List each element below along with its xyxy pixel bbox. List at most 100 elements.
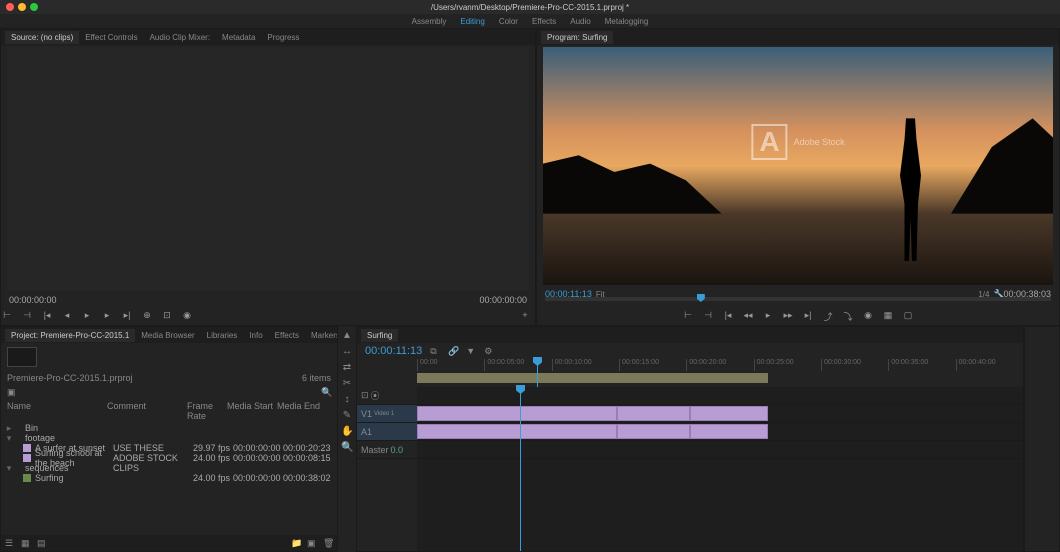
track-header-v1[interactable]: V1Video 1 — [357, 405, 417, 423]
search-icon[interactable]: 🔍 — [321, 387, 331, 397]
step-fwd-icon[interactable]: ▸ — [101, 310, 113, 322]
track-header-a1[interactable]: A1 — [357, 423, 417, 441]
overwrite-icon[interactable]: ⊡ — [161, 310, 173, 322]
project-row[interactable]: ▾footage — [1, 433, 337, 443]
track-v1[interactable] — [417, 405, 1023, 423]
track-v1-extra[interactable]: ⊡⦿ — [357, 387, 417, 405]
project-file: Premiere-Pro-CC-2015.1.prproj — [7, 373, 133, 383]
step-back-icon[interactable]: ◂◂ — [742, 310, 754, 322]
minimize-icon[interactable] — [18, 3, 26, 11]
timeline-playhead[interactable] — [537, 359, 538, 387]
filter-icon[interactable]: ▣ — [7, 387, 17, 397]
col-framerate[interactable]: Frame Rate — [187, 401, 227, 421]
workspace-color[interactable]: Color — [499, 17, 518, 26]
playhead-icon[interactable] — [697, 294, 705, 302]
tab-metadata[interactable]: Metadata — [216, 31, 261, 44]
timeline-playhead-line[interactable] — [520, 387, 521, 551]
snap-icon[interactable]: ⧉ — [430, 346, 440, 356]
workspace-editing[interactable]: Editing — [460, 17, 484, 26]
slip-tool-icon[interactable]: ↕ — [341, 394, 353, 406]
hand-tool-icon[interactable]: ✋ — [341, 426, 353, 438]
linked-selection-icon[interactable]: 🔗 — [448, 346, 458, 356]
settings-icon[interactable]: ⚙ — [484, 346, 494, 356]
col-name[interactable]: Name — [7, 401, 107, 421]
tab-program[interactable]: Program: Surfing — [541, 31, 613, 44]
tab-sequence[interactable]: Surfing — [361, 329, 398, 342]
workspace-effects[interactable]: Effects — [532, 17, 556, 26]
razor-tool-icon[interactable]: ✂ — [341, 378, 353, 390]
compare-icon[interactable]: ▦ — [882, 310, 894, 322]
mark-in-icon[interactable]: ⊢ — [1, 310, 13, 322]
tab-markers[interactable]: Markers — [305, 329, 337, 342]
clip[interactable] — [617, 424, 690, 439]
project-row[interactable]: Surfing24.00 fps00:00:00:0000:00:38:02 — [1, 473, 337, 483]
selection-tool-icon[interactable]: ▲ — [341, 330, 353, 342]
tab-media-browser[interactable]: Media Browser — [135, 329, 200, 342]
icon-view-icon[interactable]: ▦ — [21, 538, 31, 548]
close-icon[interactable] — [6, 3, 14, 11]
new-bin-icon[interactable]: 📁 — [291, 538, 301, 548]
track-header-master[interactable]: Master0.0 — [357, 441, 417, 459]
step-back-icon[interactable]: ◂ — [61, 310, 73, 322]
clip[interactable] — [690, 406, 769, 421]
pen-tool-icon[interactable]: ✎ — [341, 410, 353, 422]
trash-icon[interactable]: 🗑 — [323, 538, 333, 548]
clip[interactable] — [417, 406, 617, 421]
tab-libraries[interactable]: Libraries — [201, 329, 244, 342]
clip[interactable] — [417, 424, 617, 439]
tab-effects-panel[interactable]: Effects — [269, 329, 305, 342]
col-media-end[interactable]: Media End — [277, 401, 327, 421]
freeform-view-icon[interactable]: ▤ — [37, 538, 47, 548]
program-panel: Program: Surfing A Adobe Stock 00:00:11:… — [536, 28, 1060, 326]
zoom-tool-icon[interactable]: 🔍 — [341, 442, 353, 454]
mark-out-icon[interactable]: ⊣ — [21, 310, 33, 322]
scenery-person — [896, 118, 926, 261]
export-frame-icon[interactable]: ◉ — [181, 310, 193, 322]
workspace-audio[interactable]: Audio — [570, 17, 590, 26]
work-area-bar[interactable] — [417, 373, 768, 383]
maximize-icon[interactable] — [30, 3, 38, 11]
play-icon[interactable]: ▸ — [762, 310, 774, 322]
go-to-out-icon[interactable]: ▸| — [802, 310, 814, 322]
col-comment[interactable]: Comment — [107, 401, 187, 421]
track-area[interactable] — [417, 387, 1023, 551]
list-view-icon[interactable]: ☰ — [5, 538, 15, 548]
insert-icon[interactable]: ⊕ — [141, 310, 153, 322]
program-scrubber[interactable] — [545, 297, 1051, 301]
project-row[interactable]: Surfing school at the beachUSE THESE ADO… — [1, 453, 337, 463]
col-media-start[interactable]: Media Start — [227, 401, 277, 421]
timeline-ruler[interactable]: 00:0000:00:05:0000:00:10:0000:00:15:0000… — [417, 359, 1023, 387]
program-viewer[interactable]: A Adobe Stock — [543, 47, 1053, 285]
tab-info[interactable]: Info — [243, 329, 268, 342]
tab-audio-clip-mixer[interactable]: Audio Clip Mixer: — [144, 31, 216, 44]
tab-effect-controls[interactable]: Effect Controls — [79, 31, 143, 44]
track-a1[interactable] — [417, 423, 1023, 441]
track-select-icon[interactable]: ↔ — [341, 346, 353, 358]
safe-margins-icon[interactable]: ▢ — [902, 310, 914, 322]
play-icon[interactable]: ▸ — [81, 310, 93, 322]
clip[interactable] — [690, 424, 769, 439]
extract-icon[interactable]: ⤵ — [842, 310, 854, 322]
tab-source[interactable]: Source: (no clips) — [5, 31, 79, 44]
lift-icon[interactable]: ⤴ — [822, 310, 834, 322]
go-to-in-icon[interactable]: |◂ — [722, 310, 734, 322]
ripple-edit-icon[interactable]: ⇄ — [341, 362, 353, 374]
project-row[interactable]: ▸Bin — [1, 423, 337, 433]
export-frame-icon[interactable]: ◉ — [862, 310, 874, 322]
ruler-tick: 00:00 — [417, 359, 484, 371]
step-fwd-icon[interactable]: ▸▸ — [782, 310, 794, 322]
go-to-out-icon[interactable]: ▸| — [121, 310, 133, 322]
new-item-icon[interactable]: ▣ — [307, 538, 317, 548]
add-button-icon[interactable]: + — [519, 310, 531, 322]
workspace-metalogging[interactable]: Metalogging — [605, 17, 649, 26]
tab-progress[interactable]: Progress — [261, 31, 305, 44]
go-to-in-icon[interactable]: |◂ — [41, 310, 53, 322]
tab-project[interactable]: Project: Premiere-Pro-CC-2015.1 — [5, 329, 135, 342]
add-marker-icon[interactable]: ▼ — [466, 346, 476, 356]
timeline-timecode[interactable]: 00:00:11:13 — [365, 345, 422, 357]
workspace-assembly[interactable]: Assembly — [412, 17, 447, 26]
source-tc-left[interactable]: 00:00:00:00 — [9, 295, 57, 305]
clip[interactable] — [617, 406, 690, 421]
mark-in-icon[interactable]: ⊢ — [682, 310, 694, 322]
mark-out-icon[interactable]: ⊣ — [702, 310, 714, 322]
